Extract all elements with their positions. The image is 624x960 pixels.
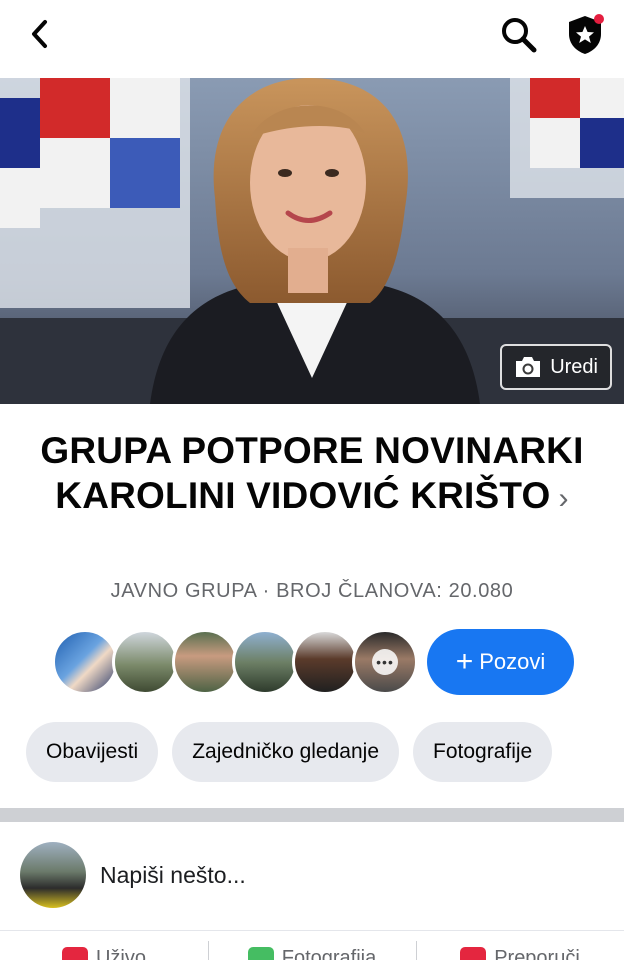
avatar[interactable]	[112, 629, 178, 695]
invite-label: Pozovi	[479, 649, 546, 674]
group-title-text: GRUPA POTPORE NOVINARKI KAROLINI VIDOVIĆ…	[40, 430, 584, 516]
section-divider	[0, 808, 624, 822]
photo-button[interactable]: Fotografija	[208, 931, 416, 960]
avatar[interactable]	[172, 629, 238, 695]
top-navigation-bar	[0, 0, 624, 78]
live-icon	[61, 947, 88, 960]
photo-label: Fotografija	[281, 947, 377, 960]
notification-dot	[594, 14, 604, 24]
plus-icon: +	[455, 645, 474, 678]
avatar[interactable]: •••	[352, 629, 418, 695]
recommend-icon	[460, 947, 487, 960]
group-meta: JAVNO GRUPA · BROJ ČLANOVA: 20.080	[110, 580, 514, 602]
search-icon	[502, 18, 537, 53]
avatar[interactable]	[232, 629, 298, 695]
tab-notifications[interactable]: Obavijesti	[26, 722, 159, 782]
recommend-button[interactable]: Preporuči	[416, 931, 624, 960]
tab-photos[interactable]: Fotografije	[413, 722, 553, 782]
avatar[interactable]	[292, 629, 358, 695]
back-button[interactable]	[22, 16, 58, 52]
edit-cover-button[interactable]: Uredi	[500, 344, 612, 390]
chevron-right-icon: ›	[558, 482, 569, 515]
search-button[interactable]	[498, 14, 540, 56]
avatar[interactable]	[52, 629, 118, 695]
photo-icon	[247, 947, 274, 960]
composer-input[interactable]: Napiši nešto...	[100, 862, 246, 889]
live-button[interactable]: Uživo	[0, 931, 208, 960]
edit-cover-label: Uredi	[550, 355, 598, 378]
member-avatars[interactable]: •••	[52, 628, 418, 696]
group-title[interactable]: GRUPA POTPORE NOVINARKI KAROLINI VIDOVIĆ…	[40, 428, 584, 521]
composer-actions: Uživo Fotografija Preporuči	[0, 930, 624, 960]
admin-tools-button[interactable]	[562, 12, 608, 58]
avatar[interactable]	[20, 842, 86, 908]
more-members-icon: •••	[372, 649, 398, 675]
live-label: Uživo	[95, 947, 146, 960]
cover-photo: Uredi	[0, 78, 624, 404]
recommend-label: Preporuči	[494, 947, 580, 960]
tab-watch-party[interactable]: Zajedničko gledanje	[172, 722, 399, 782]
chevron-left-icon	[32, 20, 47, 48]
post-composer: Napiši nešto...	[0, 822, 624, 930]
invite-button[interactable]: + Pozovi	[427, 629, 574, 695]
flag-right	[510, 78, 624, 198]
group-tabs: Obavijesti Zajedničko gledanje Fotografi…	[26, 722, 553, 782]
flag-left	[0, 78, 190, 308]
camera-icon	[516, 357, 541, 377]
